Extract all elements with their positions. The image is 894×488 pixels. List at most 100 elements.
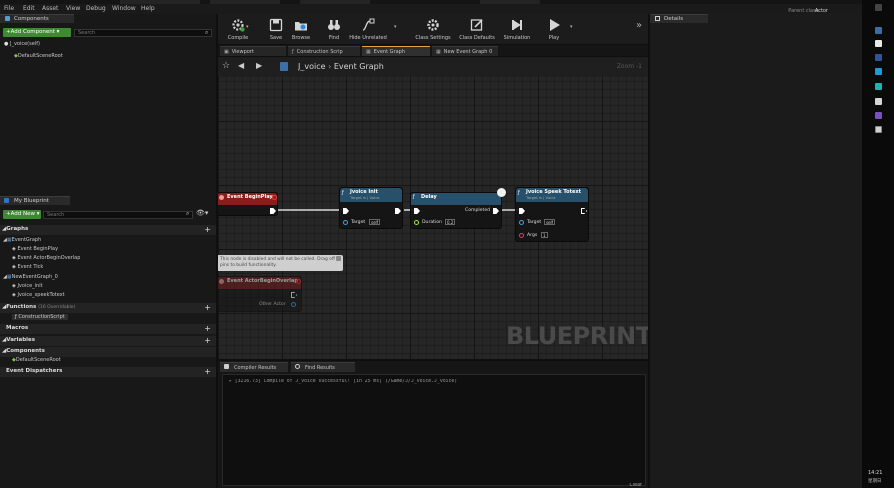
event-item[interactable]: ◈ Jvoice_speekTotext	[12, 292, 65, 298]
unreal-engine-icon[interactable]	[875, 126, 882, 133]
hide-unrelated-chevron-down-icon[interactable]: ▾	[394, 24, 397, 30]
node-jvoice-init[interactable]: Jvoice Init Target is J Voice ƒ Target se…	[339, 187, 403, 229]
compile-dropdown-chevron-down-icon[interactable]: ▾	[246, 24, 249, 30]
tooltip-close-icon[interactable]	[336, 256, 341, 261]
latent-clock-icon	[497, 188, 506, 197]
store-icon[interactable]	[875, 68, 882, 75]
menu-view[interactable]: View	[66, 5, 80, 12]
graph-icon: ▦	[366, 49, 371, 55]
new-event-graph-item[interactable]: ◢▦NewEventGraph_0	[3, 274, 58, 280]
tab-find-results[interactable]: Find Results	[291, 362, 355, 372]
function-item[interactable]: ƒ ConstructionScript	[12, 314, 68, 320]
app-icon[interactable]	[875, 98, 882, 105]
event-item[interactable]: ◈ Event BeginPlay	[12, 246, 58, 252]
my-blueprint-search-input[interactable]: Search	[43, 211, 193, 219]
other-actor-pin[interactable]	[291, 302, 296, 307]
tab-construction-script[interactable]: ƒ Construction Scrip	[288, 46, 360, 56]
menu-debug[interactable]: Debug	[86, 5, 106, 12]
expand-arrow-icon[interactable]: ▸	[229, 379, 232, 384]
event-item[interactable]: ◈ Jvoice_init	[12, 283, 43, 289]
duration-pin[interactable]	[414, 220, 419, 225]
node-delay[interactable]: Delay ƒ Completed Duration 0.2	[410, 188, 506, 229]
macros-section[interactable]: Macros +	[0, 324, 216, 334]
add-function-plus-icon[interactable]: +	[204, 303, 211, 312]
event-graph-canvas[interactable]: ☆ ◀ ▶ J_voice › Event Graph Zoom -1 Even…	[218, 57, 648, 359]
functions-section[interactable]: ◢Functions (16 Overridable) +	[0, 303, 216, 313]
args-value[interactable]: 1	[541, 232, 548, 238]
toolbar-overflow-icon[interactable]: »	[636, 20, 642, 31]
viewport-icon: ▣	[224, 49, 229, 55]
exec-output-pin[interactable]	[270, 208, 276, 214]
exec-input-pin[interactable]	[519, 208, 525, 214]
hide-unrelated-button[interactable]: Hide Unrelated	[346, 14, 390, 44]
exec-output-pin[interactable]	[395, 208, 401, 214]
my-blueprint-tab[interactable]: My Blueprint	[0, 196, 70, 205]
node-header: Event ActorBeginOverlap	[218, 277, 301, 289]
target-value[interactable]: self	[544, 219, 556, 225]
event-icon: ◈	[12, 255, 16, 261]
explorer-icon[interactable]	[875, 40, 882, 47]
exec-input-pin[interactable]	[414, 208, 420, 214]
tab-compiler-results[interactable]: Compiler Results	[220, 362, 288, 372]
menu-edit[interactable]: Edit	[23, 5, 35, 12]
search-icon: ⌕	[205, 29, 209, 36]
target-value[interactable]: self	[369, 219, 381, 225]
args-pin[interactable]	[519, 233, 524, 238]
components-search-input[interactable]: Search	[74, 29, 212, 37]
components-tab[interactable]: Components	[0, 14, 74, 23]
class-defaults-button[interactable]: Class Defaults	[455, 14, 499, 44]
event-item[interactable]: ◈ Event Tick	[12, 264, 43, 270]
class-settings-button[interactable]: Class Settings	[411, 14, 455, 44]
edge-icon[interactable]	[875, 27, 882, 34]
browser-icon[interactable]	[875, 83, 882, 90]
compile-button[interactable]: Compile	[218, 14, 258, 44]
add-dispatcher-plus-icon[interactable]: +	[204, 367, 211, 376]
delegate-pin[interactable]	[272, 195, 277, 200]
node-header: Event BeginPlay	[218, 193, 277, 205]
menu-asset[interactable]: Asset	[42, 5, 58, 12]
exec-output-pin[interactable]	[581, 208, 587, 214]
menu-window[interactable]: Window	[112, 5, 136, 12]
tab-event-graph[interactable]: ▦ Event Graph	[362, 46, 430, 56]
menu-help[interactable]: Help	[141, 5, 155, 12]
compiler-results-icon	[224, 364, 229, 369]
components-section[interactable]: ◢Components	[0, 347, 216, 357]
browse-folder-icon	[295, 22, 307, 31]
target-pin[interactable]	[519, 220, 524, 225]
view-options-eye-icon[interactable]: 👁▾	[196, 209, 208, 217]
node-event-actorbeginoverlap[interactable]: Event ActorBeginOverlap Other Actor	[218, 276, 302, 312]
find-binoculars-icon	[328, 20, 340, 30]
tab-new-event-graph[interactable]: ▦ New Event Graph 0	[432, 46, 498, 56]
delegate-pin[interactable]	[296, 279, 301, 284]
exec-output-pin[interactable]	[291, 292, 297, 298]
simulation-button[interactable]: Simulation	[497, 14, 537, 44]
target-pin[interactable]	[343, 220, 348, 225]
event-graph-item[interactable]: ◢▦EventGraph	[3, 237, 41, 243]
node-jvoice-speek-totext[interactable]: Jvoice Speek Totext Target is J Voice ƒ T…	[515, 187, 589, 242]
default-scene-root-item[interactable]: ◆DefaultSceneRoot	[14, 53, 63, 59]
node-event-beginplay[interactable]: Event BeginPlay	[218, 192, 278, 216]
add-component-button[interactable]: +Add Component ▾	[3, 28, 71, 37]
component-variable-item[interactable]: ◆DefaultSceneRoot	[12, 357, 61, 363]
clear-button[interactable]: Clear	[629, 483, 642, 488]
play-button[interactable]: Play	[534, 14, 574, 44]
add-graph-plus-icon[interactable]: +	[204, 225, 211, 234]
word-icon[interactable]	[875, 54, 882, 61]
exec-input-pin[interactable]	[343, 208, 349, 214]
app-icon[interactable]	[875, 4, 882, 11]
add-macro-plus-icon[interactable]: +	[204, 324, 211, 333]
graphs-section[interactable]: ◢Graphs +	[0, 225, 216, 235]
add-new-button[interactable]: +Add New ▾	[3, 210, 41, 219]
variables-section[interactable]: ◢Variables +	[0, 336, 216, 346]
tab-viewport[interactable]: ▣ Viewport	[220, 46, 286, 56]
event-dispatchers-section[interactable]: Event Dispatchers +	[0, 367, 216, 377]
add-variable-plus-icon[interactable]: +	[204, 336, 211, 345]
details-icon	[655, 16, 660, 21]
self-component[interactable]: ● J_voice(self)	[4, 41, 40, 47]
visual-studio-icon[interactable]	[875, 112, 882, 119]
completed-exec-pin[interactable]	[493, 208, 499, 214]
event-item[interactable]: ◈ Event ActorBeginOverlap	[12, 255, 80, 261]
play-dropdown-chevron-down-icon[interactable]: ▾	[570, 24, 573, 30]
menu-file[interactable]: File	[4, 5, 14, 12]
duration-value[interactable]: 0.2	[445, 219, 456, 225]
